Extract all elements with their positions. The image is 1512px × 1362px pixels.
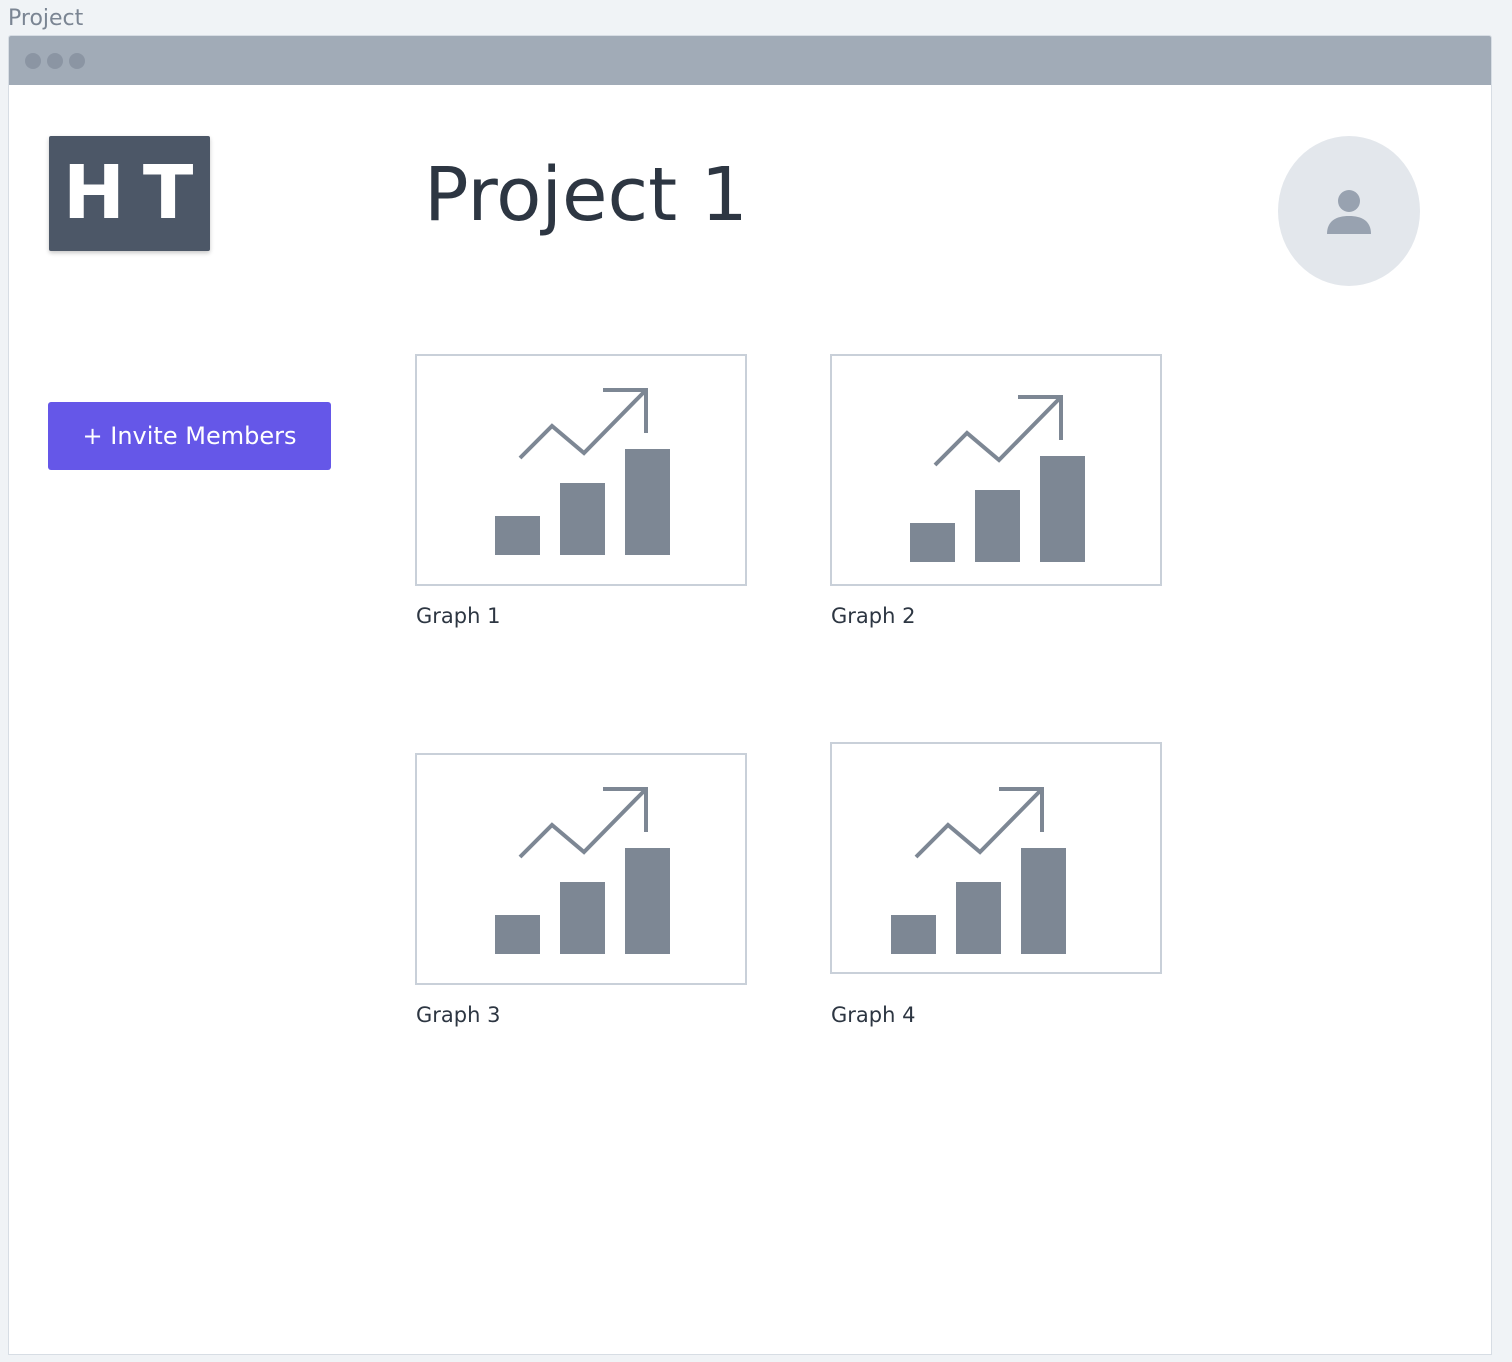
chart-icon [495,787,670,954]
page-title: Project 1 [424,152,748,238]
avatar[interactable] [1278,136,1420,286]
graph-label: Graph 3 [416,1003,501,1027]
window-titlebar [9,36,1491,85]
window-dot-icon[interactable] [47,53,63,69]
graph-card[interactable] [830,354,1162,586]
chart-icon [910,395,1085,562]
window-dot-icon[interactable] [69,53,85,69]
chart-icon [891,787,1066,954]
invite-members-button[interactable]: + Invite Members [48,402,331,470]
window-dot-icon[interactable] [25,53,41,69]
graph-label: Graph 1 [416,604,501,628]
browser-window: HT Project 1 + Invite Members Graph 1 Gr… [8,35,1492,1355]
user-icon [1327,190,1371,234]
frame-label: Project [8,6,84,31]
logo: HT [49,136,210,251]
graph-card[interactable] [415,753,747,985]
chart-icon [495,388,670,555]
graph-label: Graph 2 [831,604,916,628]
graph-card[interactable] [415,354,747,586]
graph-card[interactable] [830,742,1162,974]
graph-label: Graph 4 [831,1003,916,1027]
